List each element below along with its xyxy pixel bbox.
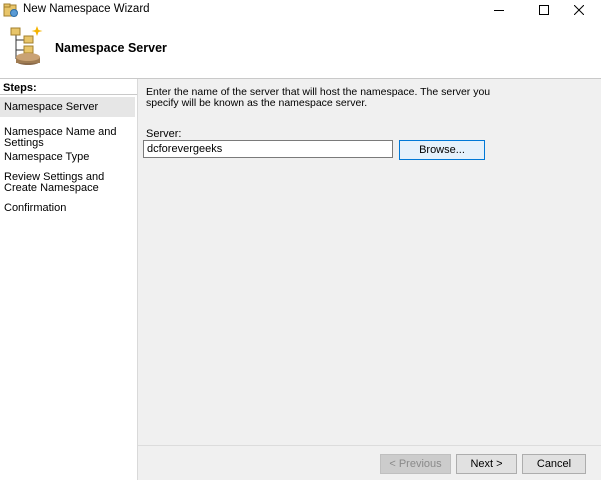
step-namespace-type: Namespace Type [0,152,135,163]
next-button[interactable]: Next > [456,454,517,474]
page-title: Namespace Server [55,41,167,55]
step-namespace-name-settings: Namespace Name and Settings [0,127,135,149]
server-label: Server: [146,128,182,140]
namespace-wizard-icon [6,25,46,69]
step-label: Namespace Server [4,100,99,113]
step-confirmation: Confirmation [0,203,135,214]
footer-divider [138,445,601,446]
close-icon [573,5,584,15]
step-namespace-server: Namespace Server [0,97,135,117]
step-label: Namespace Type [4,151,90,163]
cancel-button-label: Cancel [536,458,572,470]
window-title: New Namespace Wizard [23,3,150,15]
step-label: Confirmation [4,202,67,214]
browse-button[interactable]: Browse... [399,140,485,160]
minimize-icon [493,10,504,11]
browse-button-label: Browse... [419,144,465,156]
steps-heading: Steps: [3,82,37,94]
next-button-label: Next > [470,458,503,470]
main-panel: Enter the name of the server that will h… [137,79,601,480]
wizard-app-icon [3,2,19,18]
maximize-icon [538,5,549,15]
cancel-button[interactable]: Cancel [522,454,586,474]
wizard-header: Namespace Server [0,20,601,78]
server-input[interactable] [143,140,393,158]
previous-button-label: < Previous [389,458,442,470]
steps-sidebar: Steps: Namespace Server Namespace Name a… [0,79,137,480]
close-button[interactable] [556,0,601,20]
instruction-text: Enter the name of the server that will h… [146,86,491,109]
step-label: Namespace Name and Settings [4,126,117,149]
steps-divider [0,94,137,95]
step-label: Review Settings and Create Namespace [4,171,105,194]
step-review-settings: Review Settings and Create Namespace [0,172,128,194]
minimize-button[interactable] [476,0,521,20]
previous-button[interactable]: < Previous [380,454,451,474]
title-bar: New Namespace Wizard [0,0,601,20]
